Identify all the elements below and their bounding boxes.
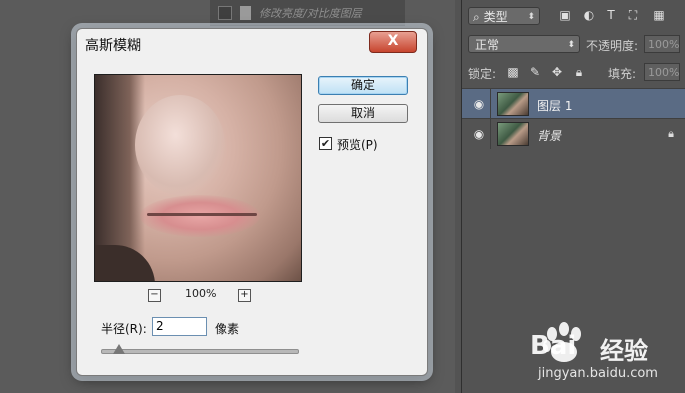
smart-object-icon[interactable]: ▦	[652, 8, 666, 22]
preview-label: 预览(P)	[337, 138, 378, 152]
radius-slider-track[interactable]	[101, 349, 299, 354]
image-nose	[135, 95, 225, 195]
image-lips	[140, 195, 260, 237]
layer-name: 背景	[537, 129, 562, 143]
opacity-label: 不透明度:	[586, 39, 639, 53]
ok-button[interactable]: 确定	[318, 76, 408, 95]
chevron-updown-icon: ⬍	[567, 40, 575, 50]
preview-image[interactable]	[94, 74, 302, 282]
zoom-in-button[interactable]: +	[238, 289, 251, 302]
divider	[490, 119, 491, 149]
opacity-field[interactable]: 100%	[644, 35, 680, 53]
radius-input[interactable]: 2	[152, 317, 207, 336]
divider	[490, 89, 491, 119]
lock-label: 锁定:	[468, 67, 497, 81]
document-icon	[240, 5, 251, 20]
filter-label: 类型	[483, 10, 508, 24]
watermark-url: jingyan.baidu.com	[538, 366, 658, 381]
layer-row-layer1[interactable]: ◉ 图层 1	[462, 88, 685, 119]
eye-icon[interactable]: ◉	[472, 127, 486, 141]
fill-field[interactable]: 100%	[644, 63, 680, 81]
image-corner	[95, 245, 155, 281]
image-lip-line	[147, 213, 257, 216]
layer-row-background[interactable]: ◉ 背景 🔒︎	[462, 118, 685, 149]
zoom-level: 100%	[185, 287, 217, 300]
lock-transparency-icon[interactable]: ▩	[506, 65, 520, 79]
type-icon[interactable]: T	[604, 8, 618, 22]
zoom-out-button[interactable]: −	[148, 289, 161, 302]
adjustment-icon[interactable]: ◐	[582, 8, 596, 22]
layer-thumbnail	[497, 122, 529, 146]
layer-name: 图层 1	[537, 99, 573, 113]
lock-move-icon[interactable]: ✥	[550, 65, 564, 79]
gaussian-blur-dialog: 高斯模糊 X − 100% + 确定 取消 ✔ 预览(P) 半径(R): 2 像…	[76, 28, 428, 376]
eye-icon[interactable]: ◉	[472, 97, 486, 111]
fill-label: 填充:	[608, 67, 637, 81]
shape-icon[interactable]: ⛶	[626, 8, 640, 22]
dialog-title: 高斯模糊	[85, 38, 141, 54]
cancel-button[interactable]: 取消	[318, 104, 408, 123]
radius-label: 半径(R):	[101, 322, 147, 336]
close-button[interactable]: X	[369, 31, 417, 53]
layer-thumbnail	[497, 92, 529, 116]
chevron-updown-icon: ⬍	[527, 12, 535, 22]
history-checkbox[interactable]	[218, 5, 232, 20]
lock-icon: 🔒︎	[668, 127, 674, 140]
image-icon[interactable]: ▣	[558, 8, 572, 22]
radius-slider-thumb[interactable]	[112, 344, 125, 354]
lock-brush-icon[interactable]: ✎	[528, 65, 542, 79]
watermark-brand2: 经验	[600, 337, 648, 365]
watermark-brand: Bai	[530, 331, 577, 361]
radius-unit: 像素	[215, 322, 240, 336]
lock-all-icon[interactable]: 🔒︎	[572, 65, 586, 79]
blend-mode-select[interactable]: 正常 ⬍	[468, 35, 580, 53]
preview-checkbox[interactable]: ✔	[319, 137, 332, 150]
layer-filter-select[interactable]: ⌕ 类型 ⬍	[468, 7, 540, 25]
search-icon: ⌕	[473, 10, 480, 24]
history-item[interactable]: 修改亮度/对比度图层	[210, 0, 405, 26]
history-label: 修改亮度/对比度图层	[259, 6, 362, 20]
blend-mode-value: 正常	[475, 38, 500, 52]
